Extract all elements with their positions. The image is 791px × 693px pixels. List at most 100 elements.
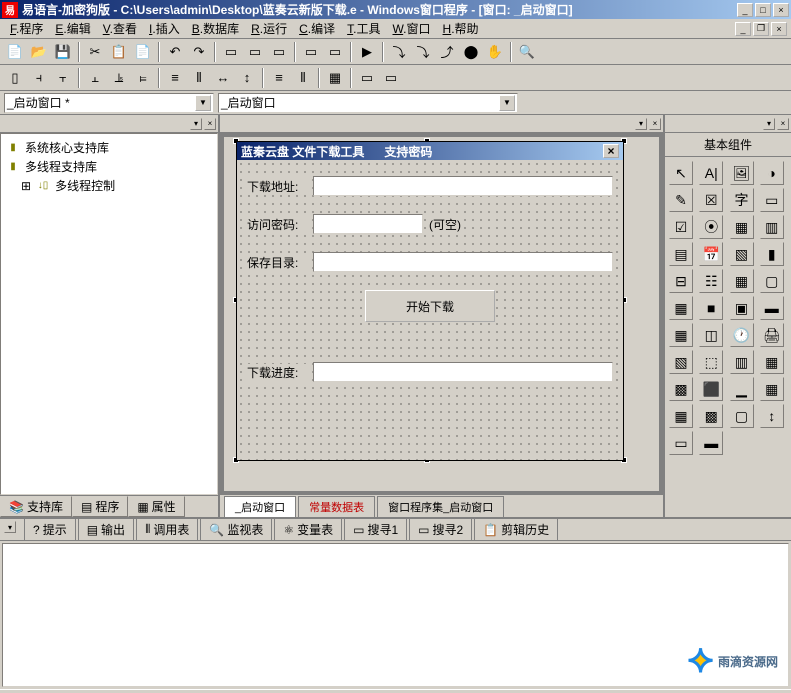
object-combo[interactable]: _启动窗口 * ▼ [4,93,214,113]
dist-v-icon[interactable]: ⦀ [188,67,210,89]
mdi-close-button[interactable]: × [771,22,787,36]
palette-item-7[interactable]: ▭ [760,188,784,212]
menu-edit[interactable]: E.编辑 [49,18,96,39]
menu-run[interactable]: R.运行 [245,18,293,39]
tab-search2[interactable]: ▭搜寻2 [409,518,472,540]
palette-item-37[interactable]: ▩ [699,404,723,428]
mdi-restore-button[interactable]: ❐ [753,22,769,36]
menu-help[interactable]: H.帮助 [437,18,485,39]
palette-item-17[interactable]: ☷ [699,269,723,293]
same-w-icon[interactable]: ↔ [212,67,234,89]
pane-menu-icon[interactable]: ▾ [190,118,202,130]
menu-window[interactable]: W.窗口 [387,18,437,39]
tab-library[interactable]: 📚支持库 [0,496,72,517]
palette-item-36[interactable]: ▦ [669,404,693,428]
palette-item-32[interactable]: ▩ [669,377,693,401]
palette-item-25[interactable]: ◫ [699,323,723,347]
palette-item-13[interactable]: 📅 [699,242,723,266]
palette-item-11[interactable]: ▥ [760,215,784,239]
menu-compile[interactable]: C.编译 [293,18,341,39]
form-close-icon[interactable]: × [603,144,619,158]
new-icon[interactable]: 📄 [4,41,26,63]
palette-item-0[interactable]: ↖ [669,161,693,185]
palette-item-38[interactable]: ▢ [730,404,754,428]
pane-menu-icon[interactable]: ▾ [4,521,16,533]
step-out-icon[interactable]: ⤴ [436,41,458,63]
undo-icon[interactable]: ↶ [164,41,186,63]
palette-item-9[interactable]: ⦿ [699,215,723,239]
tab-constants[interactable]: 常量数据表 [298,496,375,517]
run-icon[interactable]: ▶ [356,41,378,63]
tree-item[interactable]: ⊞ ↓▯多线程控制 [5,176,213,195]
palette-item-28[interactable]: ▧ [669,350,693,374]
step-over-icon[interactable]: ⤵ [388,41,410,63]
chevron-down-icon[interactable]: ▼ [195,95,211,111]
pane-menu-icon[interactable]: ▾ [635,118,647,130]
dist-h-icon[interactable]: ≡ [164,67,186,89]
palette-item-5[interactable]: ☒ [699,188,723,212]
tab-output[interactable]: ▤输出 [78,518,134,540]
palette-item-33[interactable]: ⬛ [699,377,723,401]
align2-icon[interactable]: ⫟ [52,67,74,89]
menu-tools[interactable]: T.工具 [341,18,386,39]
close-button[interactable]: × [773,3,789,17]
palette-item-22[interactable]: ▣ [730,296,754,320]
palette-item-30[interactable]: ▥ [730,350,754,374]
mdi-minimize-button[interactable]: _ [735,22,751,36]
center-v-icon[interactable]: ⦀ [292,67,314,89]
tab-calls[interactable]: ⦀调用表 [136,518,198,540]
palette-item-31[interactable]: ▦ [760,350,784,374]
tab-tips[interactable]: ?提示 [24,518,76,540]
menu-view[interactable]: V.查看 [97,18,143,39]
tab-window[interactable]: _启动窗口 [224,496,296,517]
pane-close-icon[interactable]: × [777,118,789,130]
align3-icon[interactable]: ⫠ [84,67,106,89]
open-icon[interactable]: 📂 [28,41,50,63]
minimize-button[interactable]: _ [737,3,753,17]
tab-property[interactable]: ▦属性 [128,496,184,517]
palette-item-40[interactable]: ▭ [669,431,693,455]
cut-icon[interactable]: ✂ [84,41,106,63]
palette-item-29[interactable]: ⬚ [699,350,723,374]
palette-item-4[interactable]: ✎ [669,188,693,212]
palette-item-26[interactable]: 🕐 [730,323,754,347]
center-h-icon[interactable]: ≡ [268,67,290,89]
expand-icon[interactable]: ⊞ [21,179,31,193]
paste-icon[interactable]: 📄 [132,41,154,63]
palette-item-34[interactable]: ▁ [730,377,754,401]
palette-item-6[interactable]: 字 [730,188,754,212]
copy-icon[interactable]: 📋 [108,41,130,63]
menu-file[interactable]: F.程序 [4,18,49,39]
menu-insert[interactable]: I.插入 [143,18,186,39]
palette-item-20[interactable]: ▦ [669,296,693,320]
pane-close-icon[interactable]: × [649,118,661,130]
library-tree[interactable]: ▮系统核心支持库 ▮多线程支持库 ⊞ ↓▯多线程控制 [0,133,218,495]
palette-item-12[interactable]: ▤ [669,242,693,266]
palette-item-39[interactable]: ↕ [760,404,784,428]
palette-item-3[interactable]: ◑ [760,161,784,185]
palette-item-14[interactable]: ▧ [730,242,754,266]
grid-icon[interactable]: ▦ [324,67,346,89]
step-in-icon[interactable]: ⤵ [412,41,434,63]
redo-icon[interactable]: ↷ [188,41,210,63]
url-input[interactable] [313,176,613,196]
tool5-icon[interactable]: ▭ [324,41,346,63]
tab-clipboard[interactable]: 📋剪辑历史 [474,518,558,540]
breakpoint-icon[interactable]: ⬤ [460,41,482,63]
pwd-input[interactable] [313,214,423,234]
tab-search1[interactable]: ▭搜寻1 [344,518,407,540]
palette-item-41[interactable]: ▬ [699,431,723,455]
palette-item-16[interactable]: ⊟ [669,269,693,293]
chevron-down-icon[interactable]: ▼ [499,95,515,111]
save-icon[interactable]: 💾 [52,41,74,63]
stop-icon[interactable]: ✋ [484,41,506,63]
palette-item-1[interactable]: A| [699,161,723,185]
event-combo[interactable]: _启动窗口 ▼ [218,93,518,113]
tab-order-icon[interactable]: ▭ [380,67,402,89]
palette-item-24[interactable]: ▦ [669,323,693,347]
palette-item-10[interactable]: ▦ [730,215,754,239]
tool3-icon[interactable]: ▭ [268,41,290,63]
align5-icon[interactable]: ⫢ [132,67,154,89]
align-left-icon[interactable]: ▯ [4,67,26,89]
palette-item-19[interactable]: ▢ [760,269,784,293]
